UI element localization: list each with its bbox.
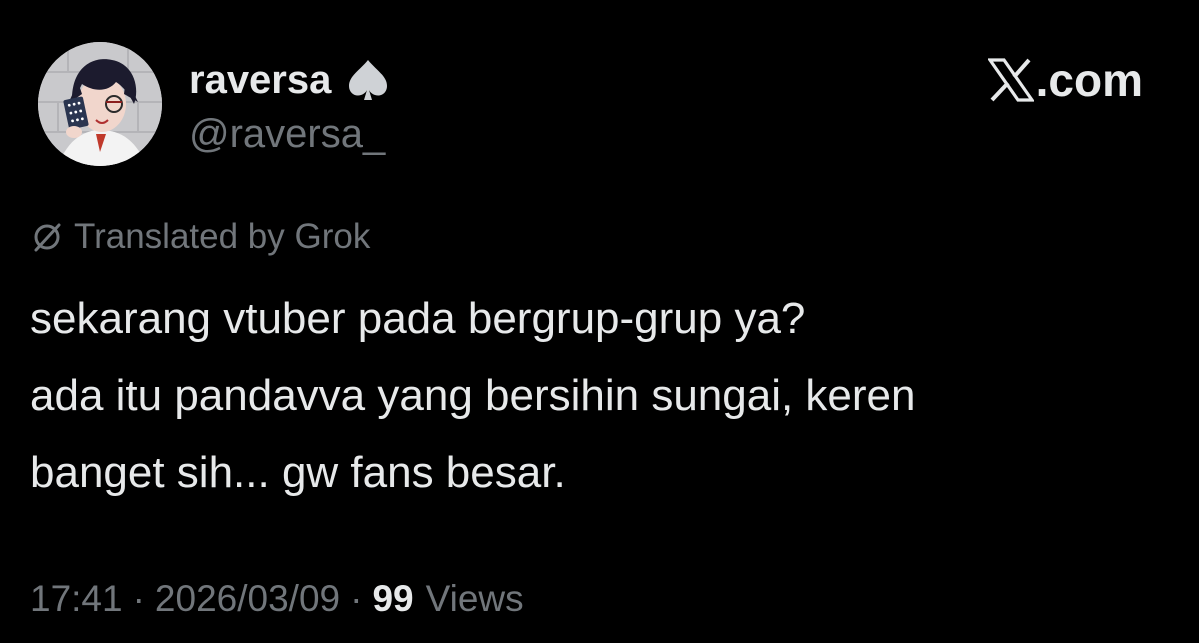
tweet-line: banget sih... gw fans besar.	[30, 448, 566, 497]
x-logo-icon	[986, 58, 1035, 102]
user-handle[interactable]: @raversa_	[189, 112, 385, 157]
author-name-row: raversa	[189, 54, 393, 106]
spade-icon	[343, 55, 393, 105]
tweet-meta: 17:41 · 2026/03/09 · 99 Views	[30, 574, 524, 624]
brand-watermark: .com	[986, 52, 1143, 108]
views-label: Views	[425, 578, 524, 619]
tweet-time[interactable]: 17:41	[30, 578, 123, 620]
avatar[interactable]	[38, 42, 162, 166]
avatar-image	[38, 42, 162, 166]
tweet-text: sekarang vtuber pada bergrup-grup ya? ad…	[30, 280, 1160, 511]
translate-icon	[30, 220, 64, 254]
meta-separator: ·	[350, 578, 363, 619]
translation-notice[interactable]: Translated by Grok	[30, 214, 370, 260]
meta-separator: ·	[132, 578, 145, 619]
translation-label: Translated by Grok	[74, 217, 371, 256]
display-name[interactable]: raversa	[189, 58, 331, 103]
tweet-line: sekarang vtuber pada bergrup-grup ya?	[30, 294, 806, 343]
views-count: 99	[372, 578, 414, 619]
tweet-date[interactable]: 2026/03/09	[155, 578, 340, 620]
brand-text: .com	[1035, 54, 1143, 106]
tweet-line: ada itu pandavva yang bersihin sungai, k…	[30, 371, 916, 420]
